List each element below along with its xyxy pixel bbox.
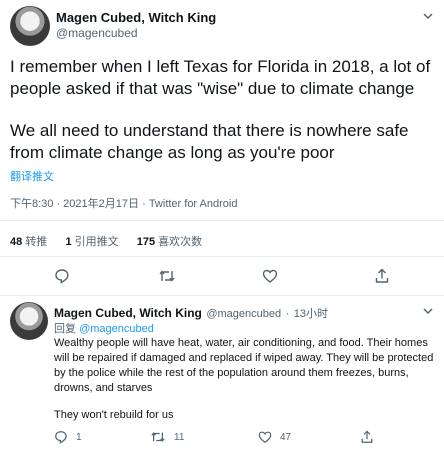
divider — [0, 256, 444, 257]
reply-comment-button[interactable]: 1 — [54, 430, 82, 444]
quotes-count: 1 — [65, 236, 72, 248]
heart-icon[interactable] — [262, 268, 278, 284]
share-icon[interactable] — [374, 268, 390, 284]
author-avatar[interactable] — [10, 6, 50, 46]
tweet-text-paragraph-1: I remember when I left Texas for Florida… — [10, 57, 431, 98]
reply-text-paragraph-2: They won't rebuild for us — [54, 409, 174, 421]
tweet-meta: 下午8:30 · 2021年2月17日 · Twitter for Androi… — [10, 195, 237, 211]
likes-label: 喜欢次数 — [158, 236, 203, 248]
reply-count: 1 — [76, 431, 82, 443]
replying-prefix: 回复 — [54, 323, 76, 335]
quotes-label: 引用推文 — [74, 236, 119, 248]
reply-author-avatar[interactable] — [10, 302, 48, 340]
chevron-down-icon[interactable] — [422, 305, 434, 317]
retweet-count: 11 — [174, 431, 185, 443]
share-icon[interactable] — [360, 430, 374, 444]
retweets-count: 48 — [10, 236, 23, 248]
author-handle[interactable]: @magencubed — [56, 26, 138, 40]
reply-author-handle[interactable]: @magencubed — [206, 308, 281, 320]
retweets-stat[interactable]: 48 转推 — [10, 236, 47, 248]
reply-time[interactable]: 13小时 — [294, 308, 328, 320]
quotes-stat[interactable]: 1 引用推文 — [65, 236, 118, 248]
tweet-text-paragraph-2: We all need to understand that there is … — [10, 121, 409, 162]
replying-to-handle[interactable]: @magencubed — [79, 323, 154, 335]
tweet-source[interactable]: Twitter for Android — [149, 198, 238, 210]
comment-icon — [54, 430, 68, 444]
divider — [0, 295, 444, 296]
author-name[interactable]: Magen Cubed, Witch King — [56, 10, 216, 25]
comment-icon[interactable] — [54, 268, 70, 284]
retweet-icon[interactable] — [158, 268, 176, 284]
retweets-label: 转推 — [25, 236, 48, 248]
tweet-timestamp[interactable]: 下午8:30 · 2021年2月17日 — [10, 198, 139, 210]
divider — [0, 220, 444, 221]
heart-icon — [258, 430, 272, 444]
reply-author-name[interactable]: Magen Cubed, Witch King — [54, 306, 202, 320]
like-count: 47 — [280, 431, 292, 443]
reply-retweet-button[interactable]: 11 — [150, 430, 184, 444]
stats-row: 48 转推 1 引用推文 175 喜欢次数 — [10, 233, 202, 249]
likes-count: 175 — [136, 236, 156, 248]
translate-tweet-link[interactable]: 翻译推文 — [10, 168, 54, 184]
reply-text-paragraph-1: Wealthy people will have heat, water, ai… — [54, 337, 434, 394]
replying-to-line: 回复 @magencubed — [54, 320, 154, 336]
reply-like-button[interactable]: 47 — [258, 430, 291, 444]
likes-stat[interactable]: 175 喜欢次数 — [137, 236, 202, 248]
reply-separator: · — [285, 308, 290, 320]
chevron-down-icon[interactable] — [422, 10, 434, 22]
retweet-icon — [150, 430, 166, 444]
meta-separator: · — [142, 198, 149, 210]
